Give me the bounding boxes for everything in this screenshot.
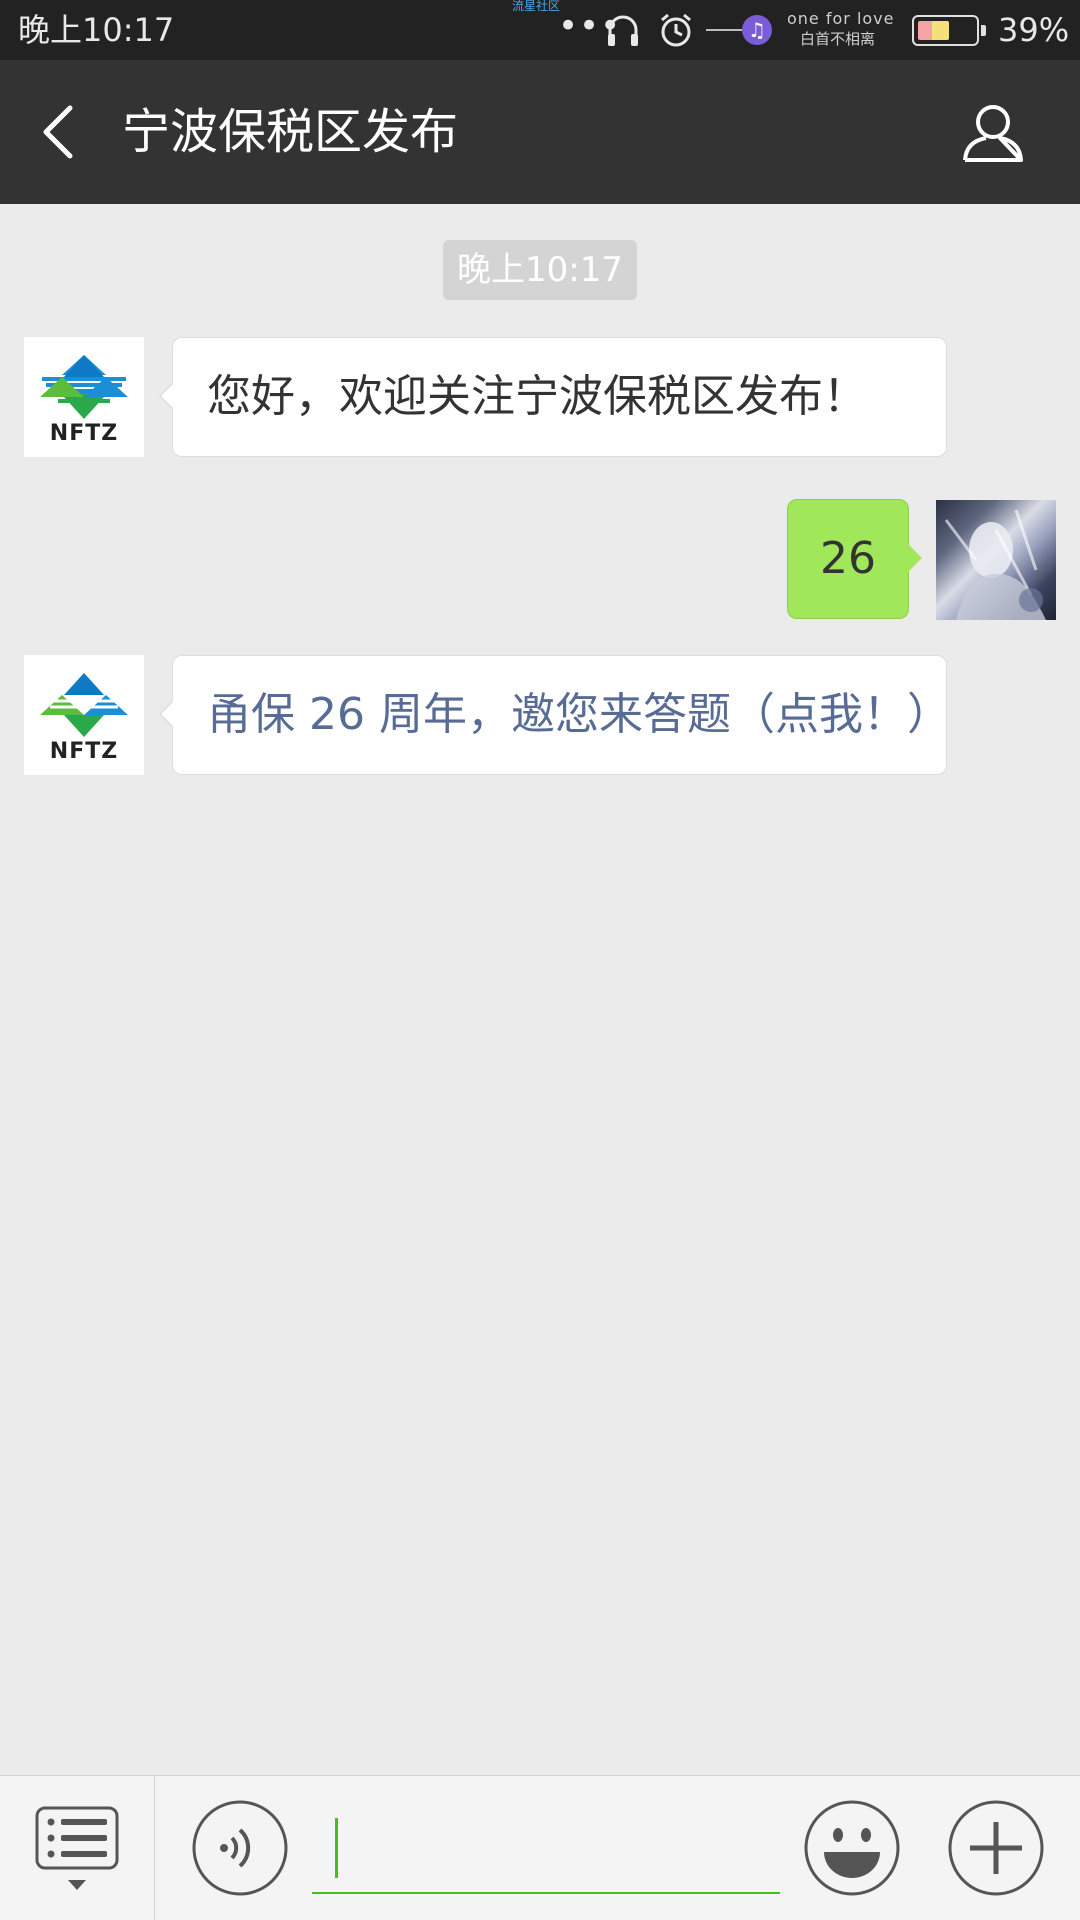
message-input-wrapper — [312, 1806, 780, 1896]
chat-header: 宁波保税区发布 — [0, 60, 1080, 204]
song-subtitle: 白首不相离 — [800, 30, 876, 48]
nftz-logo-avatar[interactable]: NFTZ — [24, 655, 144, 775]
person-icon[interactable] — [960, 100, 1026, 166]
voice-icon[interactable] — [192, 1800, 288, 1896]
input-bar — [0, 1775, 1080, 1920]
list-menu-icon[interactable] — [35, 1806, 120, 1896]
meteor-community-label: 流星社区 — [512, 0, 561, 13]
message-timestamp: 晚上10:17 — [443, 240, 637, 300]
message-bubble-sent[interactable]: 26 — [787, 499, 922, 619]
status-time: 晚上10:17 — [18, 11, 175, 49]
status-bar: 晚上10:17 流星社区 ••• ♫ one for love 白首不相离 39… — [0, 0, 1080, 60]
quiz-link-text[interactable]: 甬保 26 周年，邀您来答题（点我！） — [207, 685, 951, 745]
nftz-logo-avatar[interactable]: NFTZ — [24, 337, 144, 457]
emoji-icon[interactable] — [804, 1800, 900, 1896]
message-bubble-quiz-link[interactable]: 甬保 26 周年，邀您来答题（点我！） — [159, 655, 951, 775]
message-input[interactable] — [312, 1806, 780, 1894]
battery-percent: 39% — [998, 11, 1070, 49]
battery-icon — [912, 15, 986, 46]
text-caret — [335, 1818, 338, 1878]
message-text: 26 — [820, 533, 876, 584]
message-bubble-welcome[interactable]: 您好，欢迎关注宁波保税区发布！ — [159, 337, 947, 457]
chevron-left-icon[interactable] — [30, 100, 90, 164]
page-title: 宁波保税区发布 — [122, 104, 459, 160]
battery-level-fill — [918, 21, 949, 40]
user-avatar[interactable] — [936, 500, 1056, 620]
plus-icon[interactable] — [948, 1800, 1044, 1896]
chat-screen: 晚上10:17 流星社区 ••• ♫ one for love 白首不相离 39… — [0, 0, 1080, 1920]
user-avatar-image — [944, 509, 1046, 620]
avatar-logo-text: NFTZ — [49, 739, 119, 764]
avatar-logo-text: NFTZ — [49, 421, 119, 446]
message-text: 您好，欢迎关注宁波保税区发布！ — [207, 371, 867, 422]
song-title: one for love — [787, 9, 895, 28]
headphones-icon — [608, 15, 638, 46]
music-progress-line — [706, 29, 744, 31]
input-bar-divider — [154, 1776, 155, 1920]
alarm-icon — [661, 13, 691, 47]
music-note-icon: ♫ — [742, 15, 772, 45]
